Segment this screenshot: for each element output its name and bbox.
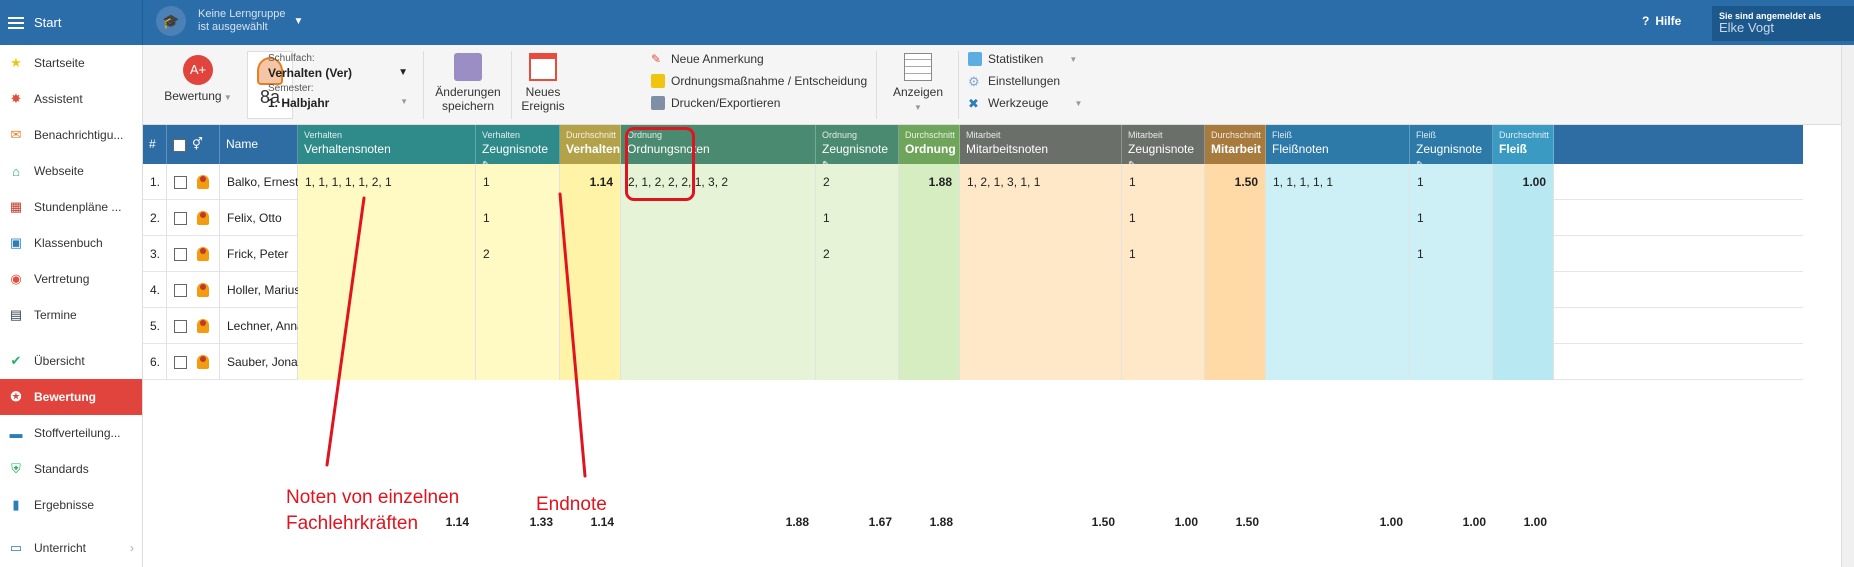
- annotation-line-left: [325, 196, 366, 467]
- right-scrollbar[interactable]: [1841, 45, 1854, 567]
- annotation-line-right: [558, 192, 587, 478]
- annotation-lines: [325, 192, 587, 478]
- annotation-left-line-1: Noten von einzelnen: [286, 487, 460, 508]
- annotation-right: Endnote: [536, 494, 607, 515]
- annotation-left: Noten von einzelnen Fachlehrkräften: [286, 485, 459, 537]
- annotation-left-line-2: Fachlehrkräften: [286, 513, 419, 534]
